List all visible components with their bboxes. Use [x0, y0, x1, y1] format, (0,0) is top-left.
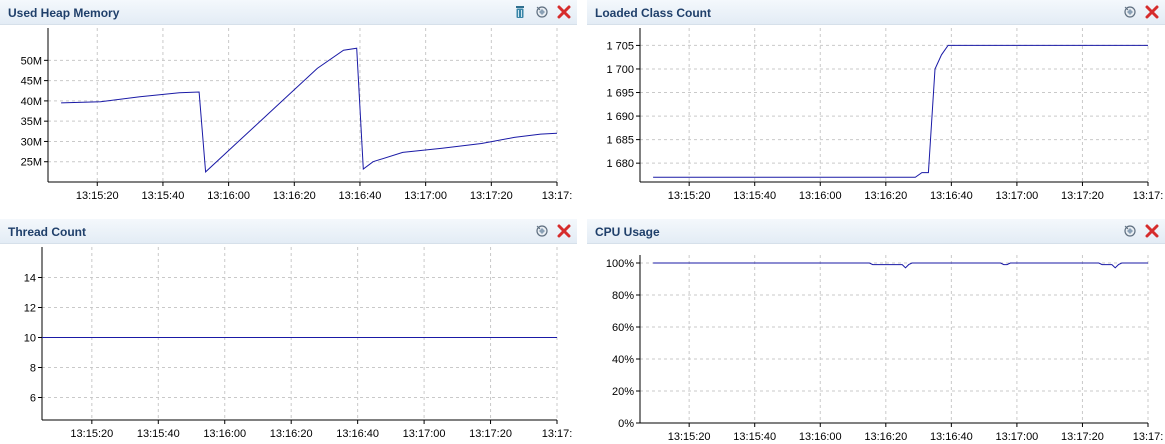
close-icon[interactable]	[557, 5, 571, 19]
series-line	[61, 47, 558, 173]
x-tick-label: 13:17:00	[995, 190, 1038, 202]
x-tick-label: 13:16:40	[930, 431, 973, 443]
y-tick-label: 40%	[612, 354, 634, 366]
x-tick-label: 13:17:00	[403, 428, 446, 440]
y-tick-label: 80%	[612, 290, 634, 302]
panel-header: Thread Count	[0, 219, 577, 244]
loaded-class-count-panel: Loaded Class Count 1 705 1 700 1 695 1 690 1…	[587, 0, 1165, 216]
x-tick-label: 13:15:40	[142, 190, 185, 202]
x-tick-label: 13:16:20	[273, 190, 316, 202]
panel-icons	[1123, 5, 1159, 19]
y-tick-label: 20%	[612, 386, 634, 398]
x-tick-label: 13:17:20	[470, 190, 513, 202]
series-line	[653, 262, 1148, 269]
y-tick-label: 1 700	[606, 64, 634, 76]
gc-icon[interactable]	[535, 5, 549, 19]
y-tick-label: 35M	[21, 116, 42, 128]
x-tick-label: 13:17:20	[1061, 190, 1104, 202]
y-tick-label: 1 690	[606, 111, 634, 123]
x-tick-label: 13:15:20	[76, 190, 119, 202]
gc-icon[interactable]	[535, 224, 549, 238]
y-tick-label: 1 685	[606, 135, 634, 147]
x-tick-label: 13:15:20	[70, 428, 113, 440]
thread-count-chart: 14 12 10 8 6 13:15:20 13:15:40 13:16:00 13:16:20…	[24, 247, 573, 440]
y-tick-label: 1 705	[606, 40, 634, 52]
x-tick-label: 13:17:20	[1061, 431, 1104, 443]
x-tick-label: 13:16:20	[270, 428, 313, 440]
x-tick-label: 13:17:	[1133, 431, 1164, 443]
y-tick-label: 6	[30, 393, 36, 405]
y-tick-label: 0%	[618, 418, 634, 430]
x-tick-label: 13:16:40	[339, 190, 382, 202]
x-tick-label: 13:15:20	[668, 431, 711, 443]
x-tick-label: 13:16:20	[864, 190, 907, 202]
gc-icon[interactable]	[1123, 5, 1137, 19]
y-tick-label: 14	[24, 273, 36, 285]
x-tick-label: 13:16:20	[864, 431, 907, 443]
panel-title: CPU Usage	[595, 225, 660, 239]
panel-header: Used Heap Memory	[0, 0, 577, 25]
gc-icon[interactable]	[1123, 224, 1137, 238]
panel-title: Thread Count	[8, 225, 86, 239]
x-tick-label: 13:17:	[1133, 190, 1164, 202]
x-tick-label: 13:16:00	[203, 428, 246, 440]
x-tick-label: 13:17:	[542, 190, 573, 202]
panel-header: CPU Usage	[587, 219, 1165, 244]
heap-chart: 50M 45M 40M 35M 30M 25M 13:15:20 13:15:40 13:16:…	[21, 28, 573, 202]
y-tick-label: 60%	[612, 322, 634, 334]
panel-header: Loaded Class Count	[587, 0, 1165, 25]
trash-icon[interactable]	[513, 5, 527, 19]
panel-title: Used Heap Memory	[8, 6, 120, 20]
x-tick-label: 13:16:00	[207, 190, 250, 202]
y-tick-label: 45M	[21, 76, 42, 88]
x-tick-label: 13:17:00	[995, 431, 1038, 443]
cpu-usage-panel: CPU Usage 100% 80% 60% 40% 20% 0% 13:15:20 13:1…	[587, 219, 1165, 444]
panel-icons	[1123, 224, 1159, 238]
x-tick-label: 13:16:00	[799, 190, 842, 202]
y-tick-label: 1 680	[606, 158, 634, 170]
panel-icons	[535, 224, 571, 238]
series-line	[653, 44, 1148, 178]
thread-count-panel: Thread Count 14 12 10 8 6 13:15:20 13:15:40 13:…	[0, 219, 577, 444]
loaded-class-chart: 1 705 1 700 1 695 1 690 1 685 1 680 13:15:20 13…	[606, 28, 1164, 202]
y-tick-label: 10	[24, 333, 36, 345]
x-tick-label: 13:15:40	[137, 428, 180, 440]
close-icon[interactable]	[1145, 224, 1159, 238]
y-tick-label: 1 695	[606, 88, 634, 100]
close-icon[interactable]	[1145, 5, 1159, 19]
y-tick-label: 12	[24, 303, 36, 315]
x-tick-label: 13:15:40	[733, 431, 776, 443]
y-tick-label: 50M	[21, 55, 42, 67]
close-icon[interactable]	[557, 224, 571, 238]
x-tick-label: 13:17:00	[404, 190, 447, 202]
used-heap-memory-panel: Used Heap Memory 50M 45M 40M 35M 30M 25M 13:15…	[0, 0, 577, 216]
x-tick-label: 13:16:40	[336, 428, 379, 440]
y-tick-label: 30M	[21, 136, 42, 148]
y-tick-label: 25M	[21, 157, 42, 169]
y-tick-label: 100%	[606, 258, 634, 270]
panel-icons	[513, 5, 571, 19]
x-tick-label: 13:17:20	[469, 428, 512, 440]
y-tick-label: 40M	[21, 96, 42, 108]
x-tick-label: 13:17:	[542, 428, 573, 440]
x-tick-label: 13:15:40	[733, 190, 776, 202]
y-tick-label: 8	[30, 363, 36, 375]
x-tick-label: 13:16:40	[930, 190, 973, 202]
panel-title: Loaded Class Count	[595, 6, 712, 20]
cpu-usage-chart: 100% 80% 60% 40% 20% 0% 13:15:20 13:15:40 13:16:…	[606, 255, 1164, 443]
x-tick-label: 13:16:00	[799, 431, 842, 443]
x-tick-label: 13:15:20	[668, 190, 711, 202]
